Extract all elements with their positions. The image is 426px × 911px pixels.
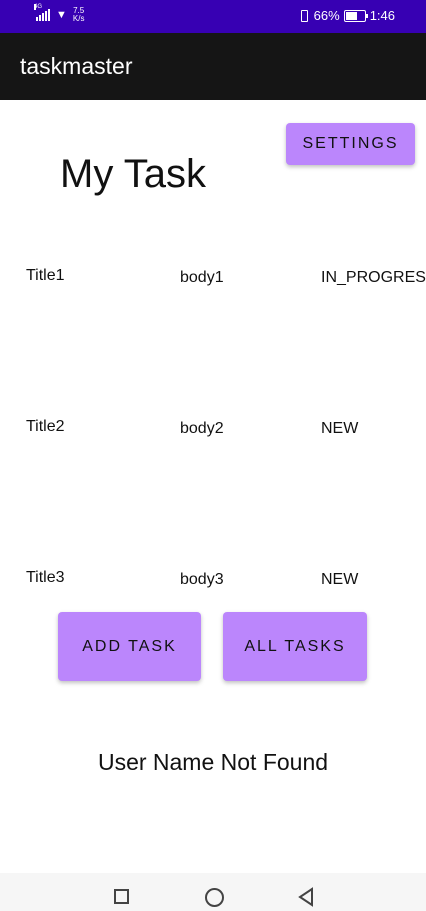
add-task-button[interactable]: ADD TASK [58, 612, 201, 681]
task-state: NEW [321, 571, 359, 588]
app-title: taskmaster [20, 53, 133, 79]
clock: 1:46 [369, 8, 395, 23]
task-body: body2 [180, 420, 224, 437]
task-state: IN_PROGRESS [321, 269, 426, 286]
network-speed: 7.5 K/s [73, 7, 85, 23]
status-bar: 4G ▼ 7.5 K/s 66% 1:46 [0, 0, 426, 33]
username-label: User Name Not Found [97, 749, 329, 775]
task-body: body1 [180, 269, 224, 286]
back-icon[interactable] [297, 887, 315, 907]
status-left-group: 4G ▼ 7.5 K/s [34, 4, 85, 23]
network-type: 4G [34, 4, 43, 10]
app-bar: taskmaster [0, 33, 426, 100]
all-tasks-button[interactable]: ALL TASKS [223, 612, 367, 681]
wifi-icon: ▼ [56, 9, 67, 21]
battery-icon [343, 9, 368, 22]
settings-button[interactable]: SETTINGS [286, 123, 415, 165]
task-title: Title1 [26, 267, 65, 284]
status-right-group: 66% 1:46 [298, 8, 395, 23]
task-row[interactable]: Title3 body3 NEW [0, 569, 426, 593]
task-row[interactable]: Title2 body2 NEW [0, 418, 426, 442]
battery-level [345, 11, 357, 20]
task-body: body3 [180, 571, 224, 588]
page-title: My Task [60, 152, 206, 196]
battery-percent: 66% [313, 8, 340, 23]
task-state: NEW [321, 420, 359, 437]
recents-icon[interactable] [114, 889, 129, 904]
task-row[interactable]: Title1 body1 IN_PROGRESS [0, 267, 426, 291]
cell-signal-icon: 4G [34, 4, 50, 21]
vibrate-icon [298, 9, 310, 22]
network-speed-unit: K/s [72, 14, 85, 23]
task-title: Title2 [26, 418, 65, 435]
task-title: Title3 [26, 569, 65, 586]
navigation-bar [0, 873, 426, 911]
home-icon[interactable] [205, 888, 224, 907]
